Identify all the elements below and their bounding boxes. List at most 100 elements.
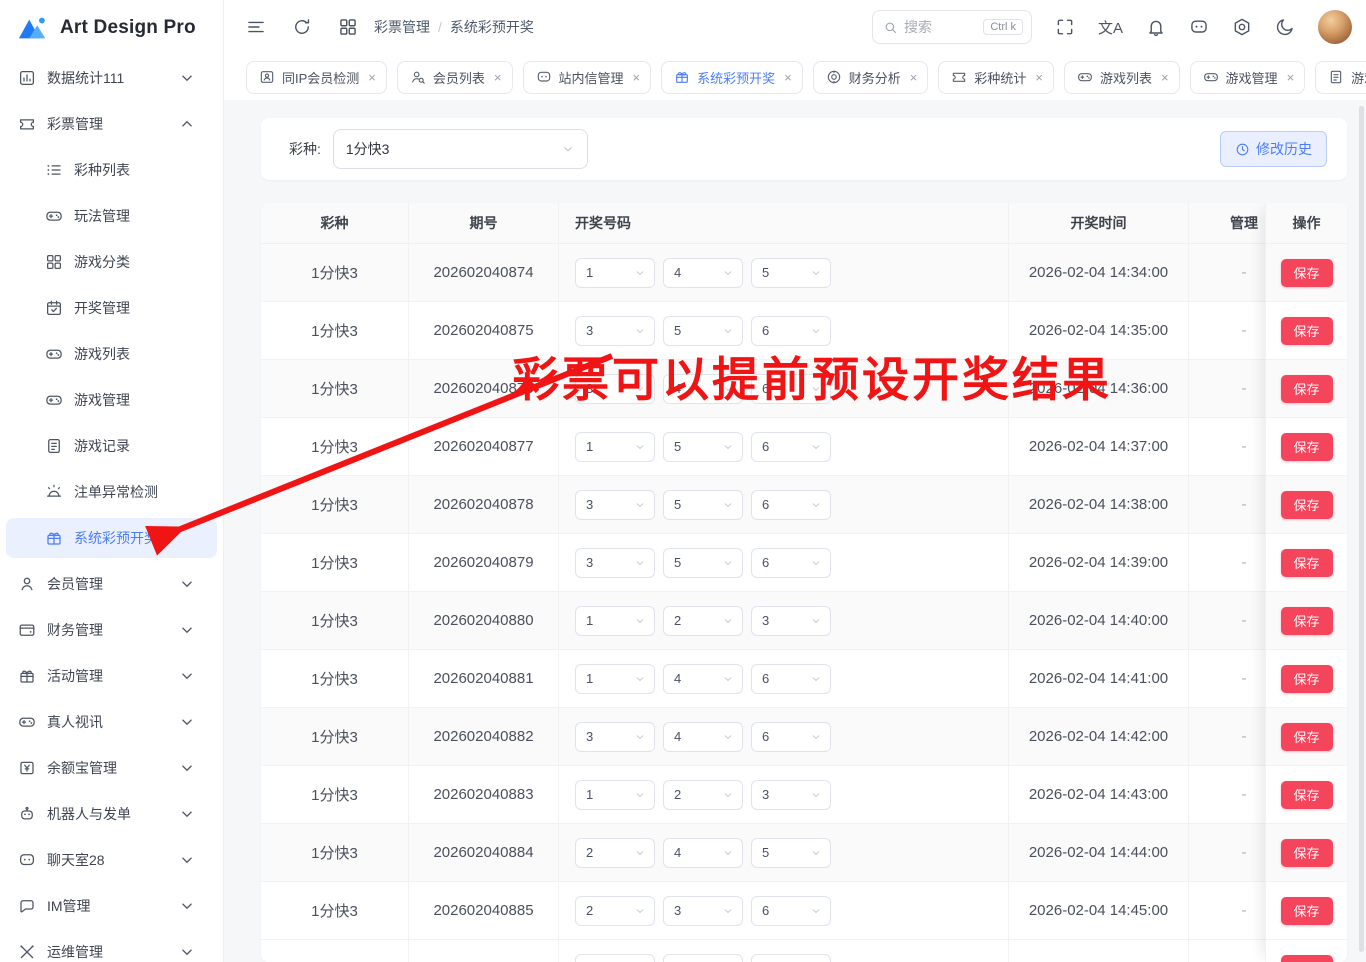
number-select-1[interactable]: 1 — [575, 432, 655, 462]
number-select-3[interactable]: 6 — [751, 896, 831, 926]
sidebar-item[interactable]: 数据统计111 — [6, 58, 217, 98]
page-scrollbar[interactable] — [1359, 106, 1364, 952]
save-button[interactable]: 保存 — [1281, 897, 1333, 925]
sidebar-item[interactable]: 会员管理 — [6, 564, 217, 604]
bell-icon[interactable] — [1146, 17, 1166, 37]
number-select-2[interactable]: 4 — [663, 664, 743, 694]
lottery-select[interactable]: 1分快3 — [333, 129, 588, 169]
chat-icon[interactable] — [1189, 17, 1209, 37]
avatar[interactable] — [1318, 10, 1352, 44]
sidebar-item[interactable]: 游戏分类 — [6, 242, 217, 282]
tab-chip[interactable]: 会员列表 × — [397, 61, 513, 94]
tab-chip[interactable]: 同IP会员检测 × — [246, 61, 387, 94]
refresh-icon[interactable] — [292, 17, 312, 37]
number-select-1[interactable]: 1 — [575, 606, 655, 636]
save-button[interactable]: 保存 — [1281, 955, 1333, 962]
sidebar-item[interactable]: 游戏列表 — [6, 334, 217, 374]
sidebar-item[interactable]: 彩票管理 — [6, 104, 217, 144]
apps-grid-icon[interactable] — [338, 17, 358, 37]
number-select-2[interactable]: 2 — [663, 780, 743, 810]
number-select-3[interactable]: 6 — [751, 722, 831, 752]
modify-history-button[interactable]: 修改历史 — [1220, 131, 1327, 167]
sidebar-item[interactable]: 聊天室28 — [6, 840, 217, 880]
sidebar-item[interactable]: 余额宝管理 — [6, 748, 217, 788]
sidebar-item[interactable]: 财务管理 — [6, 610, 217, 650]
number-select-1[interactable]: 2 — [575, 838, 655, 868]
sidebar-item[interactable]: 游戏管理 — [6, 380, 217, 420]
sidebar-item[interactable]: 机器人与发单 — [6, 794, 217, 834]
save-button[interactable]: 保存 — [1281, 723, 1333, 751]
number-select-3[interactable]: 6 — [751, 664, 831, 694]
fullscreen-icon[interactable] — [1055, 17, 1075, 37]
sidebar-item[interactable]: 注单异常检测 — [6, 472, 217, 512]
save-button[interactable]: 保存 — [1281, 491, 1333, 519]
tab-chip[interactable]: 游戏列表 × — [1064, 61, 1180, 94]
breadcrumb-item[interactable]: 彩票管理 — [374, 17, 430, 37]
brand-logo[interactable]: Art Design Pro — [0, 0, 223, 56]
tab-chip[interactable]: 游戏管理 × — [1190, 61, 1306, 94]
sidebar-item[interactable]: 运维管理 — [6, 932, 217, 962]
save-button[interactable]: 保存 — [1281, 781, 1333, 809]
save-button[interactable]: 保存 — [1281, 607, 1333, 635]
sidebar-item[interactable]: 游戏记录 — [6, 426, 217, 466]
close-icon[interactable]: × — [1035, 70, 1043, 85]
number-select-3[interactable]: 6 — [751, 548, 831, 578]
menu-collapse-icon[interactable] — [246, 17, 266, 37]
save-button[interactable]: 保存 — [1281, 375, 1333, 403]
sidebar-item[interactable]: IM管理 — [6, 886, 217, 926]
number-select-1[interactable]: 1 — [575, 780, 655, 810]
close-icon[interactable]: × — [1161, 70, 1169, 85]
search-input[interactable]: 搜索 Ctrl k — [872, 10, 1032, 44]
number-select-2[interactable]: 5 — [663, 432, 743, 462]
save-button[interactable]: 保存 — [1281, 839, 1333, 867]
close-icon[interactable]: × — [910, 70, 918, 85]
number-select-1[interactable]: 3 — [575, 490, 655, 520]
settings-icon[interactable] — [1232, 17, 1252, 37]
number-select-1[interactable]: 3 — [575, 722, 655, 752]
sidebar-item[interactable]: 系统彩预开奖 — [6, 518, 217, 558]
number-select-3[interactable]: 5 — [751, 258, 831, 288]
number-select-3[interactable]: 5 — [751, 838, 831, 868]
sidebar-item[interactable]: 彩种列表 — [6, 150, 217, 190]
number-select-1[interactable]: 3 — [575, 548, 655, 578]
number-select-1[interactable]: 1 — [575, 258, 655, 288]
tab-chip[interactable]: 游戏记录 × — [1315, 61, 1366, 94]
sidebar-item[interactable]: 活动管理 — [6, 656, 217, 696]
number-select-2[interactable]: 4 — [663, 374, 743, 404]
close-icon[interactable]: × — [1287, 70, 1295, 85]
save-button[interactable]: 保存 — [1281, 665, 1333, 693]
save-button[interactable]: 保存 — [1281, 259, 1333, 287]
translate-icon[interactable]: 文A — [1098, 17, 1123, 38]
number-select-3[interactable]: 6 — [751, 490, 831, 520]
number-select-2[interactable]: 3 — [663, 896, 743, 926]
tab-chip[interactable]: 系统彩预开奖 × — [661, 61, 803, 94]
number-select-3[interactable]: 6 — [751, 316, 831, 346]
number-select-1[interactable]: 1 — [575, 664, 655, 694]
sidebar-item[interactable]: 玩法管理 — [6, 196, 217, 236]
tab-chip[interactable]: 财务分析 × — [813, 61, 929, 94]
number-select-2[interactable]: 2 — [663, 606, 743, 636]
number-select-2[interactable]: 5 — [663, 490, 743, 520]
sidebar-item[interactable]: 真人视讯 — [6, 702, 217, 742]
moon-icon[interactable] — [1275, 17, 1295, 37]
number-select-1[interactable]: 3 — [575, 316, 655, 346]
number-select-3[interactable]: 3 — [751, 606, 831, 636]
number-select-1[interactable] — [575, 954, 655, 962]
tab-chip[interactable]: 站内信管理 × — [523, 61, 652, 94]
save-button[interactable]: 保存 — [1281, 433, 1333, 461]
close-icon[interactable]: × — [368, 70, 376, 85]
close-icon[interactable]: × — [784, 70, 792, 85]
number-select-2[interactable]: 4 — [663, 722, 743, 752]
save-button[interactable]: 保存 — [1281, 317, 1333, 345]
close-icon[interactable]: × — [494, 70, 502, 85]
number-select-3[interactable]: 6 — [751, 432, 831, 462]
tab-chip[interactable]: 彩种统计 × — [938, 61, 1054, 94]
number-select-3[interactable]: 3 — [751, 780, 831, 810]
number-select-2[interactable] — [663, 954, 743, 962]
sidebar-item[interactable]: 开奖管理 — [6, 288, 217, 328]
number-select-2[interactable]: 5 — [663, 548, 743, 578]
number-select-3[interactable] — [751, 954, 831, 962]
number-select-1[interactable]: 3 — [575, 374, 655, 404]
number-select-1[interactable]: 2 — [575, 896, 655, 926]
number-select-2[interactable]: 4 — [663, 838, 743, 868]
